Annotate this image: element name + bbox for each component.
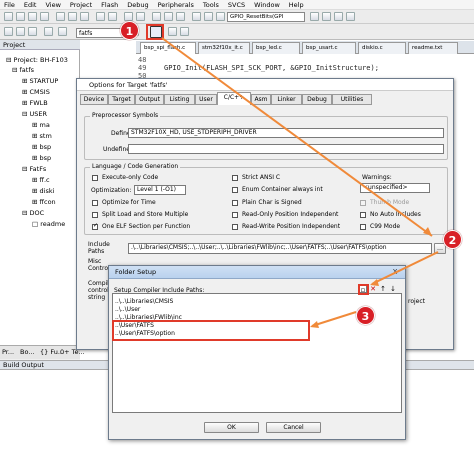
callout-2: 2 xyxy=(443,230,462,249)
arrow-1 xyxy=(161,37,433,237)
arrow-3 xyxy=(311,311,357,327)
arrow-2 xyxy=(371,251,439,285)
callout-3: 3 xyxy=(356,306,375,325)
arrow-1-head xyxy=(423,227,432,236)
arrow-2-head xyxy=(370,279,379,286)
arrows-overlay xyxy=(161,37,439,328)
arrow-3-head xyxy=(310,321,319,328)
callout-1: 1 xyxy=(120,21,139,40)
